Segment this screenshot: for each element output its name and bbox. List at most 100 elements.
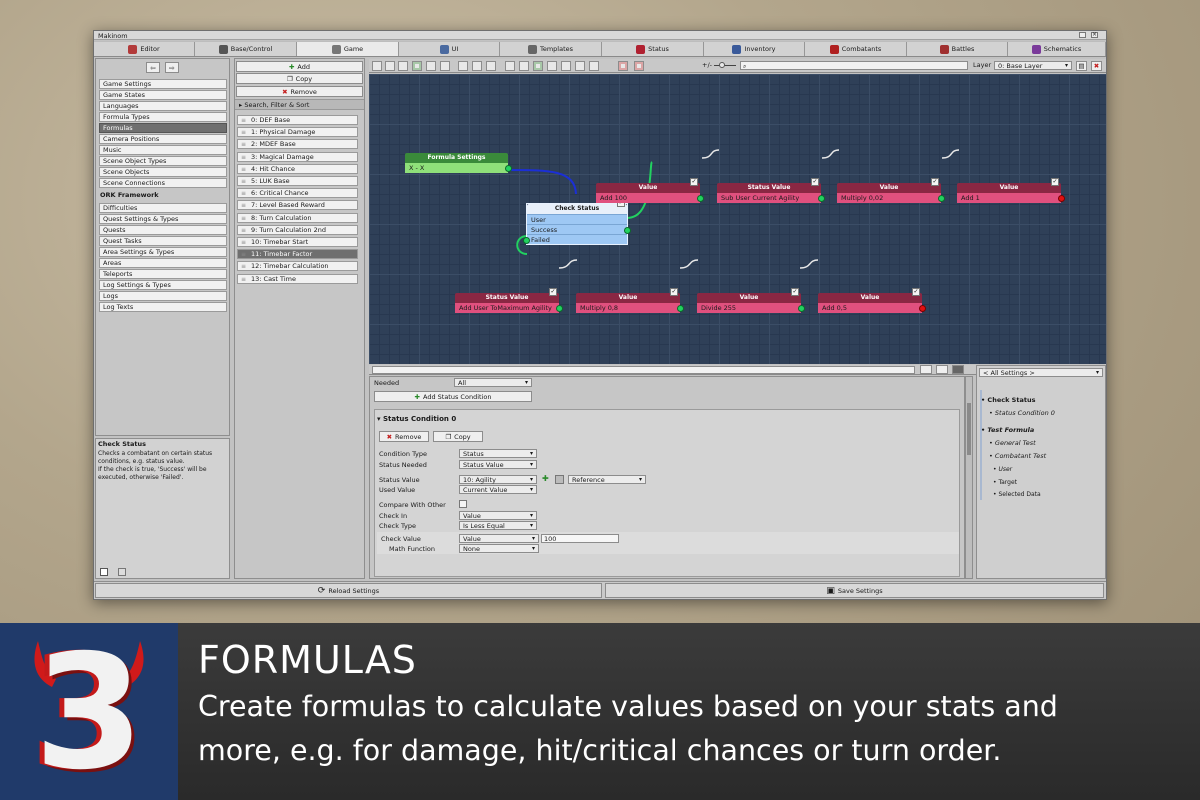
zoom-slider-handle[interactable] [719, 62, 725, 68]
check-value-select[interactable]: Value [459, 534, 539, 543]
value-node[interactable]: Value ✓ Add 0,5 [818, 288, 926, 313]
sidebar-item[interactable]: Languages [99, 101, 227, 111]
sidebar-item[interactable]: Game Settings [99, 79, 227, 89]
output-port[interactable] [798, 305, 805, 312]
value-node[interactable]: Value ✓ Multiply 0,02 [837, 178, 945, 203]
list-icon[interactable] [555, 475, 564, 484]
sidebar-item[interactable]: Areas [99, 258, 227, 268]
add-status-condition-button[interactable]: ✚ Add Status Condition [374, 391, 532, 402]
condition-type-select[interactable]: Status [459, 449, 537, 458]
sidebar-item[interactable]: Formulas [99, 123, 227, 133]
toolbar-tool-3-icon[interactable] [398, 61, 408, 71]
sidebar-item[interactable]: Quest Tasks [99, 236, 227, 246]
math-function-select[interactable]: None [459, 544, 539, 553]
value-node[interactable]: Value ✓ Multiply 0,8 [576, 288, 684, 313]
maximize-button[interactable] [1079, 32, 1086, 38]
formula-item[interactable]: 7: Level Based Reward [237, 200, 358, 211]
status-needed-select[interactable]: Status Value [459, 460, 537, 469]
tab-base-control[interactable]: Base/Control [195, 42, 297, 56]
toolbar-tool-9-icon[interactable] [486, 61, 496, 71]
needed-select[interactable]: All [454, 378, 532, 387]
output-port[interactable] [624, 227, 631, 234]
node-enabled-checkbox[interactable]: ✓ [690, 178, 698, 186]
sidebar-item[interactable]: Quests [99, 225, 227, 235]
toolbar-tool-11-icon[interactable] [519, 61, 529, 71]
settings-tree-item[interactable]: • Combatant Test [989, 452, 1046, 460]
check-in-select[interactable]: Value [459, 511, 537, 520]
clear-layer-button[interactable]: ✖ [1091, 61, 1102, 71]
toolbar-tool-13-icon[interactable] [547, 61, 557, 71]
formula-item[interactable]: 8: Turn Calculation [237, 212, 358, 223]
toolbar-tool-2-icon[interactable] [385, 61, 395, 71]
tab-ui[interactable]: UI [399, 42, 500, 56]
output-port[interactable] [556, 305, 563, 312]
tab-inventory[interactable]: Inventory [704, 42, 805, 56]
toolbar-tool-6-icon[interactable] [440, 61, 450, 71]
layer-settings-button[interactable]: ▤ [1076, 61, 1087, 71]
sidebar-item[interactable]: Difficulties [99, 203, 227, 213]
remove-condition-button[interactable]: ✖ Remove [379, 431, 429, 442]
toolbar-tool-1-icon[interactable] [372, 61, 382, 71]
tab-templates[interactable]: Templates [500, 42, 602, 56]
close-button[interactable]: × [1091, 32, 1098, 38]
formula-item[interactable]: 1: Physical Damage [237, 127, 358, 138]
sidebar-item[interactable]: Scene Connections [99, 178, 227, 188]
remove-button[interactable]: ✖ Remove [236, 86, 363, 97]
toolbar-tool-12-icon[interactable] [533, 61, 543, 71]
search-option-2[interactable] [936, 365, 948, 374]
add-button[interactable]: ✚ Add [236, 61, 363, 72]
sidebar-item[interactable]: Log Texts [99, 302, 227, 312]
check-status-node[interactable]: Check Status✓ User Success Failed [523, 199, 631, 245]
compare-with-other-checkbox[interactable] [459, 500, 467, 508]
toolbar-tool-15-icon[interactable] [575, 61, 585, 71]
node-enabled-checkbox[interactable]: ✓ [811, 178, 819, 186]
sidebar-item[interactable]: Camera Positions [99, 134, 227, 144]
reference-select[interactable]: Reference [568, 475, 646, 484]
output-port[interactable] [919, 305, 926, 312]
check-value-input[interactable]: 100 [541, 534, 619, 543]
tab-battles[interactable]: Battles [907, 42, 1008, 56]
search-option-1[interactable] [920, 365, 932, 374]
graph-search-input[interactable]: ⌕ [740, 61, 968, 70]
tab-editor[interactable]: Editor [94, 42, 195, 56]
formula-item[interactable]: 5: LUK Base [237, 176, 358, 186]
formula-item[interactable]: 13: Cast Time [237, 273, 358, 284]
save-settings-button[interactable]: ▣ Save Settings [605, 583, 1104, 598]
output-port[interactable] [938, 195, 945, 202]
settings-tree-item[interactable]: • Target [993, 479, 1017, 486]
settings-tree-item[interactable]: • Status Condition 0 [989, 409, 1055, 417]
settings-tree-item[interactable]: • Selected Data [993, 491, 1041, 498]
value-node[interactable]: Value ✓ Add 100 [596, 178, 704, 203]
toolbar-tool-10-icon[interactable] [505, 61, 515, 71]
node-enabled-checkbox[interactable]: ✓ [549, 288, 557, 296]
formula-item[interactable]: 11: Timebar Factor [237, 249, 358, 260]
settings-filter-select[interactable]: < All Settings > [979, 368, 1103, 377]
formula-item[interactable]: 6: Critical Chance [237, 188, 358, 199]
sidebar-item[interactable]: Teleports [99, 269, 227, 279]
edit-icon[interactable] [118, 568, 126, 576]
toolbar-tool-14-icon[interactable] [561, 61, 571, 71]
sidebar-item[interactable]: Logs [99, 291, 227, 301]
inspector-scrollbar[interactable] [965, 376, 973, 579]
toolbar-tool-16-icon[interactable] [589, 61, 599, 71]
back-button[interactable]: ⇦ [146, 62, 160, 73]
layer-select[interactable]: 0: Base Layer [994, 61, 1072, 70]
formula-item[interactable]: 2: MDEF Base [237, 139, 358, 150]
toolbar-tool-17-icon[interactable] [618, 61, 628, 71]
used-value-select[interactable]: Current Value [459, 485, 537, 494]
sidebar-item[interactable]: Music [99, 145, 227, 155]
copy-button[interactable]: ❐ Copy [236, 73, 363, 84]
formula-settings-node[interactable]: Formula Settings X - X [405, 153, 512, 173]
sidebar-item[interactable]: Game States [99, 90, 227, 100]
search-option-3[interactable] [952, 365, 964, 374]
tab-combatants[interactable]: Combatants [805, 42, 907, 56]
reload-settings-button[interactable]: ⟳ Reload Settings [95, 583, 602, 598]
scrollbar-thumb[interactable] [967, 403, 971, 455]
sidebar-item[interactable]: Scene Objects [99, 167, 227, 177]
sidebar-item[interactable]: Formula Types [99, 112, 227, 122]
toolbar-tool-8-icon[interactable] [472, 61, 482, 71]
sidebar-item[interactable]: Quest Settings & Types [99, 214, 227, 224]
formula-item[interactable]: 4: Hit Chance [237, 163, 358, 174]
output-port[interactable] [1058, 195, 1065, 202]
formula-item[interactable]: 0: DEF Base [237, 115, 358, 125]
